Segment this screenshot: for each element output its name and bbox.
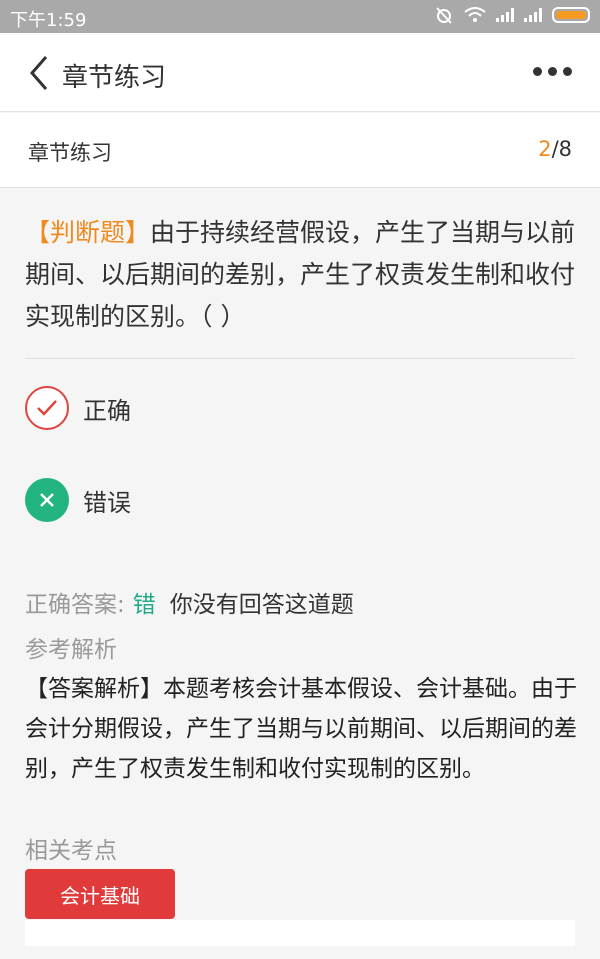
question-text: 【判断题】由于持续经营假设，产生了当期与以前期间、以后期间的差别，产生了权责发生… <box>25 212 577 338</box>
current-page: 2 <box>538 137 552 161</box>
correct-answer-value: 错 <box>132 592 156 618</box>
knowledge-point-tag[interactable]: 会计基础 <box>25 869 175 919</box>
alarm-off-icon <box>436 7 452 24</box>
option-false[interactable]: 错误 <box>25 478 131 522</box>
answer-status: 你没有回答这道题 <box>169 592 354 618</box>
sub-header: 章节练习 2/8 <box>0 113 600 188</box>
chevron-left-icon[interactable] <box>24 53 54 93</box>
signal-icon-2 <box>524 8 542 22</box>
correct-answer-label: 正确答案: <box>25 592 125 618</box>
status-bar: 下午1:59 <box>0 0 600 33</box>
option-label: 错误 <box>83 488 131 517</box>
x-circle-icon <box>25 478 69 522</box>
signal-icon <box>496 8 514 22</box>
analysis-text: 【答案解析】本题考核会计基本假设、会计基础。由于会计分期假设，产生了当期与以前期… <box>25 676 577 782</box>
question-pager: 2/8 <box>538 137 572 161</box>
divider <box>25 358 575 359</box>
option-true[interactable]: 正确 <box>25 386 131 430</box>
battery-icon <box>552 7 590 23</box>
question-type: 【判断题】 <box>25 218 151 247</box>
bottom-card <box>25 920 575 946</box>
correct-answer: 正确答案: 错你没有回答这道题 <box>25 585 354 619</box>
related-title: 相关考点 <box>25 838 117 864</box>
wifi-icon <box>464 7 486 22</box>
check-circle-icon <box>25 386 69 430</box>
section-title: 章节练习 <box>28 141 112 165</box>
page-title: 章节练习 <box>62 63 167 93</box>
app-bar: 章节练习 <box>0 33 600 112</box>
status-time: 下午1:59 <box>10 10 87 31</box>
status-icons <box>434 6 590 24</box>
more-horizontal-icon[interactable] <box>533 67 572 76</box>
option-label: 正确 <box>83 396 131 425</box>
total-pages: /8 <box>551 137 572 161</box>
analysis-title: 参考解析 <box>25 637 117 663</box>
